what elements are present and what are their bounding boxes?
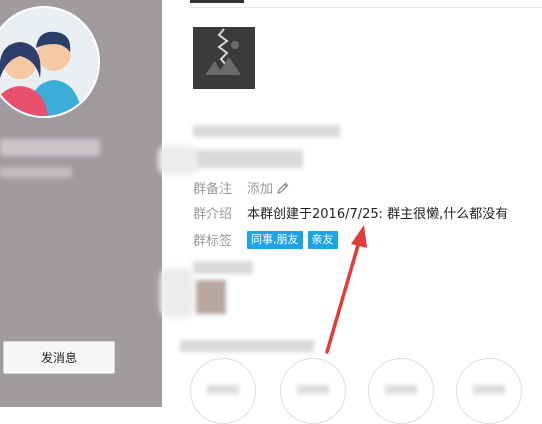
annotation-arrow-icon (325, 225, 367, 354)
